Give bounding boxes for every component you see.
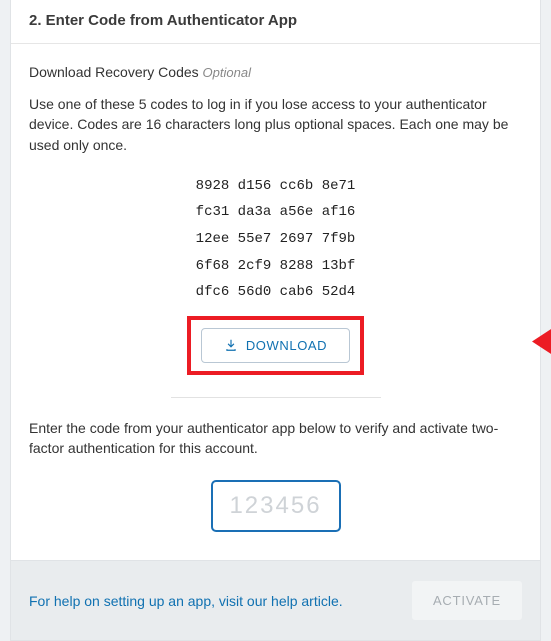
recovery-code: dfc6 56d0 cab6 52d4 <box>196 279 356 306</box>
annotation-highlight-box: DOWNLOAD <box>187 316 364 375</box>
auth-code-input[interactable] <box>211 480 341 532</box>
verify-instruction: Enter the code from your authenticator a… <box>29 418 522 459</box>
recovery-code: 12ee 55e7 2697 7f9b <box>196 226 356 253</box>
recovery-subhead-text: Download Recovery Codes <box>29 64 199 80</box>
download-button-label: DOWNLOAD <box>246 338 327 353</box>
recovery-description: Use one of these 5 codes to log in if yo… <box>29 94 522 155</box>
help-link[interactable]: For help on setting up an app, visit our… <box>29 593 343 609</box>
recovery-subheading: Download Recovery Codes Optional <box>29 64 522 80</box>
recovery-code: fc31 da3a a56e af16 <box>196 199 356 226</box>
divider <box>171 397 381 398</box>
annotation-arrow-icon <box>532 321 551 366</box>
recovery-codes-list: 8928 d156 cc6b 8e71 fc31 da3a a56e af16 … <box>196 173 356 306</box>
activate-button[interactable]: ACTIVATE <box>412 581 522 620</box>
download-icon <box>224 338 238 352</box>
recovery-code: 6f68 2cf9 8288 13bf <box>196 253 356 280</box>
section-title: 2. Enter Code from Authenticator App <box>29 12 522 29</box>
recovery-code: 8928 d156 cc6b 8e71 <box>196 173 356 200</box>
optional-tag: Optional <box>203 65 251 80</box>
download-button[interactable]: DOWNLOAD <box>201 328 350 363</box>
